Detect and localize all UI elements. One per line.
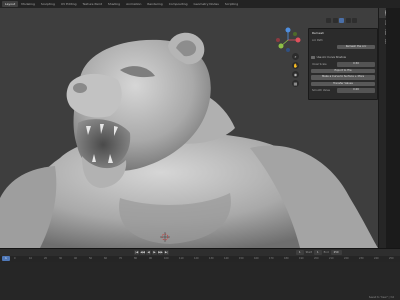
hand-icon[interactable]: ✋	[292, 62, 299, 69]
playback-button[interactable]: ◀◀	[140, 250, 145, 255]
playback-button[interactable]: ▶	[152, 250, 157, 255]
voxel-scale-label: Voxel Scale	[312, 62, 327, 66]
workspace-tabs-bar: Layout Modeling Sculpting UV Editing Texture…	[0, 0, 400, 8]
ruler-tick: 160	[254, 256, 259, 260]
viewport-header-icons	[326, 18, 357, 23]
workspace-tab[interactable]: Texture Paint	[80, 1, 105, 7]
playback-button[interactable]: |◀	[134, 250, 139, 255]
export-button[interactable]: Export to File	[311, 68, 375, 74]
bear-nose	[73, 83, 87, 93]
ruler-tick: 30	[59, 256, 63, 260]
export-row: Export to File	[311, 68, 375, 74]
start-label: Start	[305, 251, 312, 254]
ruler-tick: 50	[89, 256, 93, 260]
ruler-tick: 130	[209, 256, 214, 260]
ruler-tick: 20	[44, 256, 48, 260]
workspace-tab[interactable]: Animation	[123, 1, 144, 7]
object-row: Arc Path	[311, 38, 375, 43]
remesh-button[interactable]: Remesh the Arc	[337, 44, 375, 50]
panel-title: Remesh	[312, 31, 325, 35]
workspace-tab[interactable]: Sculpting	[38, 1, 58, 7]
playback-button[interactable]: ◀	[146, 250, 151, 255]
overlay-icon[interactable]	[326, 18, 331, 23]
solid-shading-icon[interactable]	[339, 18, 344, 23]
workspace-tab[interactable]: Layout	[2, 1, 19, 7]
ruler-tick: 110	[179, 256, 184, 260]
status-bar-text: Saved to "bear" | 3.6	[368, 296, 394, 299]
ruler-tick: 40	[74, 256, 78, 260]
ruler-tick: 120	[194, 256, 199, 260]
playback-button[interactable]: ▶▶	[158, 250, 163, 255]
current-frame-field[interactable]: 1	[296, 250, 304, 255]
material-shading-icon[interactable]	[345, 18, 351, 23]
object-label: Arc Path	[312, 39, 323, 42]
voxel-scale-field[interactable]: 0.50	[337, 61, 375, 67]
transfer-row: Transfer Values	[311, 81, 375, 87]
voxel-scale-row: Voxel Scale 0.50	[311, 61, 375, 67]
keyframe-area[interactable]	[0, 262, 400, 300]
camera-icon[interactable]: ◉	[292, 71, 299, 78]
remesh-row: Remesh the Arc	[311, 44, 375, 50]
arc-shadow-checkbox[interactable]	[311, 55, 315, 60]
properties-strip	[386, 8, 400, 248]
smooth-value-row: Smooth Value 0.00	[311, 88, 375, 93]
arc-shadow-label: Use Arc Curve Shadow	[316, 56, 347, 60]
workspace-tab[interactable]: Rendering	[144, 1, 165, 7]
ruler-tick: 220	[344, 256, 349, 260]
timeline-editor[interactable]: |◀ ◀◀ ◀ ▶ ▶▶ ▶| 1 Start 1 End 250 0 10 20 30 40 50…	[0, 248, 400, 300]
start-frame-field[interactable]: 1	[314, 250, 322, 255]
navigation-gizmo[interactable]	[274, 26, 302, 54]
workspace-tab[interactable]: UV Editing	[58, 1, 80, 7]
transfer-values-button[interactable]: Transfer Values	[311, 81, 375, 87]
playback-controls: |◀ ◀◀ ◀ ▶ ▶▶ ▶|	[134, 250, 169, 255]
frame-range: 1 Start 1 End 250	[296, 250, 342, 255]
workspace-tab[interactable]: Compositing	[166, 1, 191, 7]
ruler-tick: 60	[104, 256, 108, 260]
ruler-tick: 150	[239, 256, 244, 260]
sidebar-tabs: ItemToolViewEdit	[378, 8, 387, 248]
smooth-value-field[interactable]: 0.00	[337, 88, 375, 93]
end-label: End	[323, 251, 329, 254]
smooth-value-label: Smooth Value	[312, 89, 330, 93]
ruler-tick: 100	[164, 256, 169, 260]
ruler-tick: 230	[359, 256, 364, 260]
ruler-tick: 80	[134, 256, 138, 260]
zoom-icon[interactable]: ⌕	[292, 53, 299, 60]
end-frame-field[interactable]: 250	[330, 250, 342, 255]
ruler-tick: 250	[389, 256, 394, 260]
3d-viewport[interactable]: ⌕ ✋ ◉ ▦ Remesh Arc Path Remesh the Arc U…	[0, 8, 378, 248]
ruler-tick: 190	[299, 256, 304, 260]
rendered-shading-icon[interactable]	[352, 18, 357, 23]
workspace-tab[interactable]: Geometry Nodes	[191, 1, 222, 7]
xray-icon[interactable]	[332, 18, 338, 23]
workspace-tab[interactable]: Modeling	[18, 1, 38, 7]
grid-icon[interactable]: ▦	[292, 80, 299, 87]
ruler-tick: 140	[224, 256, 229, 260]
playhead[interactable]: 1	[2, 256, 10, 261]
playback-button[interactable]: ▶|	[164, 250, 169, 255]
ruler-tick: 240	[374, 256, 379, 260]
workspace-tab[interactable]: Shading	[105, 1, 123, 7]
ruler-tick: 180	[284, 256, 289, 260]
ruler-tick: 210	[329, 256, 334, 260]
ruler-tick: 200	[314, 256, 319, 260]
ruler-tick: 0	[14, 256, 16, 260]
ruler-tick: 90	[149, 256, 153, 260]
curve-surface-button[interactable]: Make a Curve to Surface + More	[311, 75, 375, 80]
workspace-tab[interactable]: Scripting	[222, 1, 241, 7]
sidebar-n-panel: Remesh Arc Path Remesh the Arc Use Arc C…	[308, 28, 378, 100]
checkbox-row[interactable]: Use Arc Curve Shadow	[311, 55, 375, 60]
curve-surface-row: Make a Curve to Surface + More	[311, 75, 375, 80]
ruler-tick: 170	[269, 256, 274, 260]
ruler-tick: 70	[119, 256, 123, 260]
ruler-tick: 10	[29, 256, 33, 260]
